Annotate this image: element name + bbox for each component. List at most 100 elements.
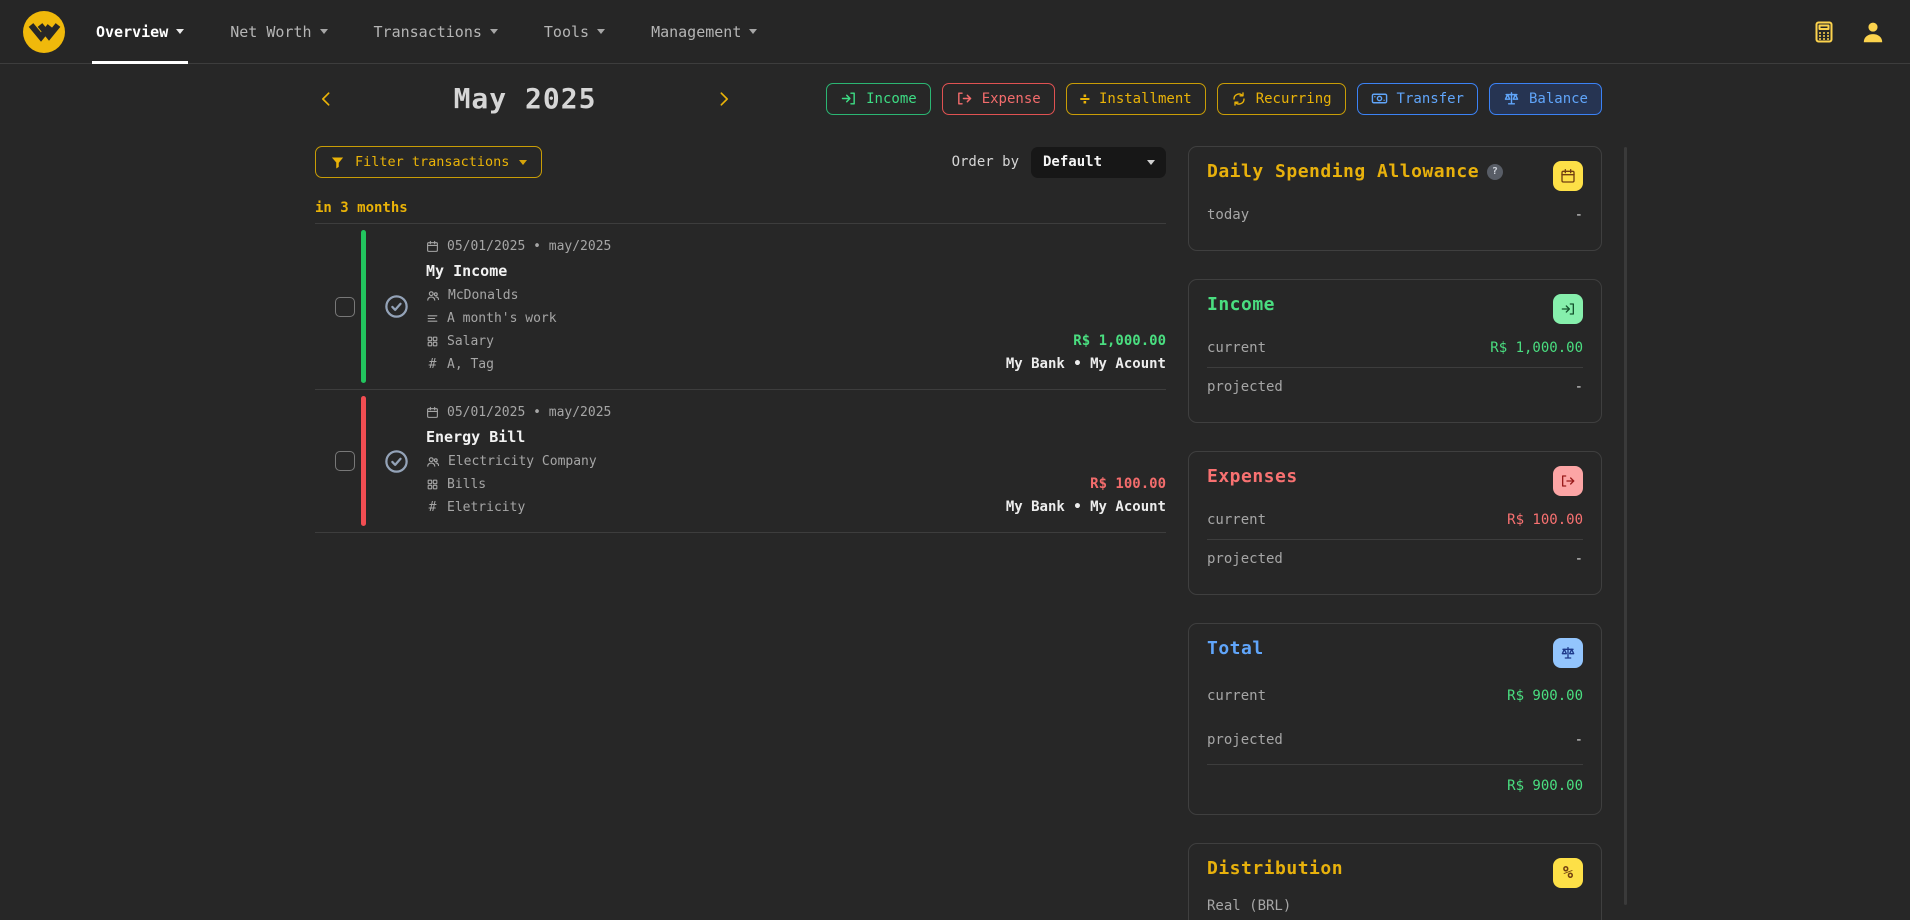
transaction-payee: Electricity Company — [448, 450, 597, 473]
payee-icon — [426, 289, 440, 303]
expenses-projected-label: projected — [1207, 551, 1283, 567]
next-month-button[interactable] — [711, 87, 735, 111]
transaction-category: Salary — [447, 330, 494, 353]
filter-transactions-button[interactable]: Filter transactions — [315, 146, 542, 178]
transaction-category: Bills — [447, 473, 486, 496]
income-projected-value: - — [1575, 379, 1583, 395]
add-installment-button[interactable]: ÷ Installment — [1066, 83, 1206, 115]
nav-item-overview[interactable]: Overview — [96, 0, 184, 64]
chevron-down-icon — [490, 29, 498, 34]
tag-hash-icon: # — [426, 496, 439, 519]
transactions-panel: Filter transactions Order by Default in … — [315, 146, 1166, 920]
chevron-down-icon — [597, 29, 605, 34]
transaction-amount: R$ 1,000.00 — [1006, 330, 1166, 353]
transaction-title: Energy Bill — [426, 424, 1006, 450]
nav-item-label: Management — [651, 23, 741, 41]
month-title: May 2025 — [454, 82, 597, 115]
scales-icon — [1503, 90, 1520, 107]
balance-button[interactable]: Balance — [1489, 83, 1602, 115]
transaction-amount: R$ 100.00 — [1006, 473, 1166, 496]
transaction-row[interactable]: 05/01/2025 • may/2025 My Income McDonald… — [315, 224, 1166, 390]
transaction-date: 05/01/2025 • may/2025 — [447, 401, 611, 424]
category-icon — [426, 335, 439, 348]
expenses-summary-card: Expenses current R$ 100.00 projected - — [1188, 451, 1602, 595]
user-avatar-icon — [1860, 19, 1886, 45]
daily-allowance-title: Daily Spending Allowance — [1207, 161, 1479, 182]
money-transfer-icon — [1371, 90, 1388, 107]
add-transfer-label: Transfer — [1397, 91, 1464, 107]
total-badge-icon — [1553, 638, 1583, 668]
total-card-title: Total — [1207, 638, 1264, 659]
nav-item-label: Net Worth — [230, 23, 311, 41]
nav-item-label: Overview — [96, 23, 168, 41]
app-logo-icon[interactable] — [22, 10, 66, 54]
top-nav: Overview Net Worth Transactions Tools Ma… — [0, 0, 1910, 64]
confirm-check-icon[interactable] — [383, 448, 410, 475]
calendar-icon — [426, 406, 439, 419]
add-income-label: Income — [866, 91, 917, 107]
transaction-row[interactable]: 05/01/2025 • may/2025 Energy Bill Electr… — [315, 390, 1166, 533]
income-card-title: Income — [1207, 294, 1275, 315]
add-transfer-button[interactable]: Transfer — [1357, 83, 1478, 115]
nav-item-label: Tools — [544, 23, 589, 41]
month-navigation: May 2025 — [315, 82, 735, 115]
calendar-badge-icon — [1553, 161, 1583, 191]
expenses-badge-icon — [1553, 466, 1583, 496]
add-expense-button[interactable]: Expense — [942, 83, 1055, 115]
nav-item-management[interactable]: Management — [651, 0, 757, 64]
transaction-title: My Income — [426, 258, 1006, 284]
total-projected-value: - — [1575, 732, 1583, 748]
calculator-icon — [1812, 20, 1836, 44]
add-recurring-button[interactable]: Recurring — [1217, 83, 1346, 115]
chevron-down-icon — [320, 29, 328, 34]
funnel-icon — [330, 155, 345, 170]
filter-transactions-label: Filter transactions — [355, 154, 509, 170]
transaction-account: My Bank • My Acount — [1006, 353, 1166, 376]
income-current-label: current — [1207, 340, 1266, 356]
transaction-checkbox[interactable] — [335, 451, 355, 471]
percent-badge-icon: % — [1553, 858, 1583, 888]
nav-item-transactions[interactable]: Transactions — [374, 0, 498, 64]
allowance-row-label: today — [1207, 207, 1249, 223]
tag-hash-icon: # — [426, 353, 439, 376]
payee-icon — [426, 455, 440, 469]
total-summary-card: Total current R$ 900.00 projected - R$ 9… — [1188, 623, 1602, 815]
income-arrow-icon — [840, 90, 857, 107]
chevron-down-icon — [749, 29, 757, 34]
order-by-select[interactable]: Default — [1031, 147, 1166, 178]
add-recurring-label: Recurring — [1256, 91, 1332, 107]
transaction-group-label: in 3 months — [315, 200, 1166, 216]
income-projected-label: projected — [1207, 379, 1283, 395]
income-badge-icon — [1553, 294, 1583, 324]
add-income-button[interactable]: Income — [826, 83, 931, 115]
transaction-account: My Bank • My Acount — [1006, 496, 1166, 519]
order-by-label: Order by — [952, 154, 1019, 170]
total-current-label: current — [1207, 688, 1266, 704]
add-expense-label: Expense — [982, 91, 1041, 107]
total-current-value: R$ 900.00 — [1507, 688, 1583, 704]
previous-month-button[interactable] — [315, 87, 339, 111]
transaction-date: 05/01/2025 • may/2025 — [447, 235, 611, 258]
total-projected-label: projected — [1207, 732, 1283, 748]
transaction-tags: Eletricity — [447, 496, 525, 519]
expenses-card-title: Expenses — [1207, 466, 1298, 487]
income-current-value: R$ 1,000.00 — [1490, 340, 1583, 356]
balance-label: Balance — [1529, 91, 1588, 107]
allowance-row-value: - — [1575, 207, 1583, 223]
chevron-down-icon — [176, 29, 184, 34]
nav-item-net-worth[interactable]: Net Worth — [230, 0, 327, 64]
calculator-button[interactable] — [1810, 18, 1838, 46]
distribution-currency-label: Real (BRL) — [1207, 898, 1583, 914]
transaction-description: A month's work — [447, 307, 557, 330]
calendar-icon — [426, 240, 439, 253]
confirm-check-icon[interactable] — [383, 293, 410, 320]
divide-icon: ÷ — [1080, 91, 1090, 107]
nav-item-tools[interactable]: Tools — [544, 0, 605, 64]
chevron-down-icon — [519, 160, 527, 165]
transaction-checkbox[interactable] — [335, 297, 355, 317]
main-menu: Overview Net Worth Transactions Tools Ma… — [96, 0, 803, 64]
sidebar-scrollbar[interactable] — [1624, 147, 1627, 905]
user-profile-button[interactable] — [1858, 17, 1888, 47]
help-icon[interactable]: ? — [1487, 164, 1503, 180]
total-final-value: R$ 900.00 — [1207, 764, 1583, 798]
